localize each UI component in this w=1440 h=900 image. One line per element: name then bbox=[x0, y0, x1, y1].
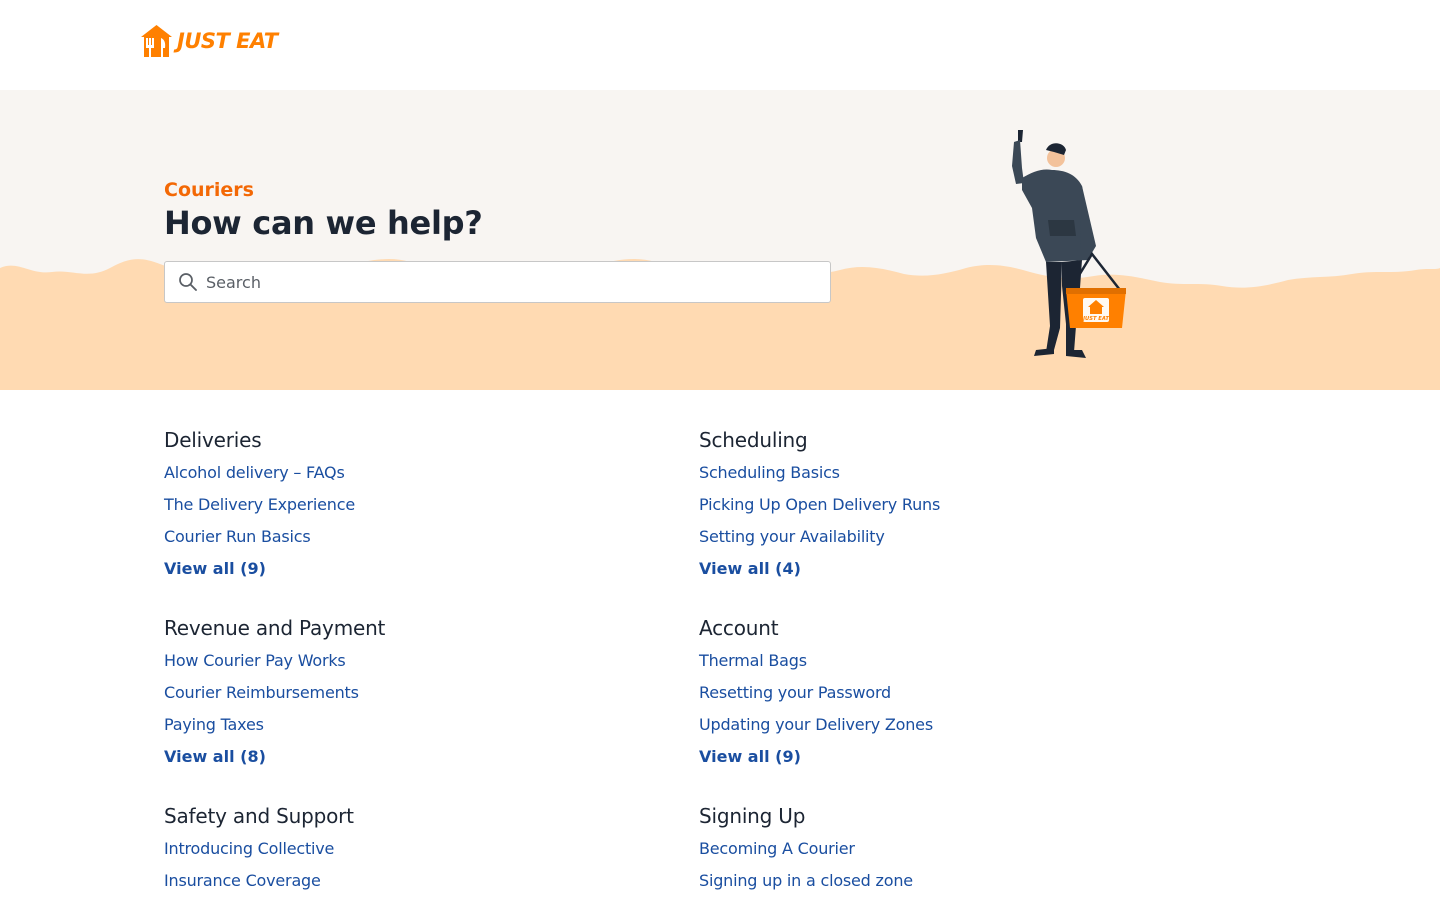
category-section: Account Thermal Bags Resetting your Passwo… bbox=[699, 612, 1199, 773]
list-item: Paying Taxes bbox=[164, 709, 664, 741]
list-item: Picking Up Open Delivery Runs bbox=[699, 489, 1199, 521]
article-list: Becoming A Courier Signing up in a closed… bbox=[699, 833, 1199, 897]
article-link[interactable]: Courier Reimbursements bbox=[164, 683, 359, 702]
house-with-cutlery-icon bbox=[141, 25, 172, 57]
section-title: Revenue and Payment bbox=[164, 616, 386, 640]
page-title: How can we help? bbox=[164, 204, 483, 242]
article-list: Scheduling Basics Picking Up Open Deliver… bbox=[699, 457, 1199, 585]
list-item: View all (9) bbox=[164, 553, 664, 585]
search-input[interactable] bbox=[206, 262, 830, 302]
list-item: Signing up in a closed zone bbox=[699, 865, 1199, 897]
article-link[interactable]: Courier Run Basics bbox=[164, 527, 311, 546]
list-item: Becoming A Courier bbox=[699, 833, 1199, 865]
article-link[interactable]: Alcohol delivery – FAQs bbox=[164, 463, 345, 482]
list-item: Updating your Delivery Zones bbox=[699, 709, 1199, 741]
category-section: Revenue and Payment How Courier Pay Works… bbox=[164, 612, 664, 773]
hero-banner: Couriers How can we help? JUST EAT bbox=[0, 90, 1440, 390]
list-item: Alcohol delivery – FAQs bbox=[164, 457, 664, 489]
article-link[interactable]: How Courier Pay Works bbox=[164, 651, 346, 670]
view-all-link[interactable]: View all (9) bbox=[699, 747, 801, 766]
section-title: Signing Up bbox=[699, 804, 806, 828]
article-link[interactable]: Signing up in a closed zone bbox=[699, 871, 913, 890]
article-link[interactable]: Becoming A Courier bbox=[699, 839, 855, 858]
article-link[interactable]: Paying Taxes bbox=[164, 715, 264, 734]
list-item: Thermal Bags bbox=[699, 645, 1199, 677]
site-header: JUST EAT bbox=[0, 0, 1440, 90]
category-section: Signing Up Becoming A Courier Signing up i… bbox=[699, 800, 1199, 897]
basket-label: JUST EAT bbox=[1082, 316, 1109, 322]
article-list: Alcohol delivery – FAQs The Delivery Expe… bbox=[164, 457, 664, 585]
list-item: Courier Reimbursements bbox=[164, 677, 664, 709]
just-eat-logo[interactable]: JUST EAT bbox=[140, 24, 278, 58]
courier-with-basket-illustration: JUST EAT bbox=[1012, 130, 1126, 358]
section-title: Scheduling bbox=[699, 428, 808, 452]
hero-kicker: Couriers bbox=[164, 179, 254, 201]
article-list: Thermal Bags Resetting your Password Updat… bbox=[699, 645, 1199, 773]
view-all-link[interactable]: View all (9) bbox=[164, 559, 266, 578]
article-list: How Courier Pay Works Courier Reimburseme… bbox=[164, 645, 664, 773]
list-item: Scheduling Basics bbox=[699, 457, 1199, 489]
category-section: Safety and Support Introducing Collective… bbox=[164, 800, 664, 897]
article-link[interactable]: Thermal Bags bbox=[699, 651, 807, 670]
list-item: Introducing Collective bbox=[164, 833, 664, 865]
section-title: Safety and Support bbox=[164, 804, 354, 828]
article-link[interactable]: Picking Up Open Delivery Runs bbox=[699, 495, 940, 514]
view-all-link[interactable]: View all (8) bbox=[164, 747, 266, 766]
section-title: Account bbox=[699, 616, 779, 640]
logo-text: JUST EAT bbox=[177, 29, 278, 53]
list-item: View all (9) bbox=[699, 741, 1199, 773]
list-item: Courier Run Basics bbox=[164, 521, 664, 553]
list-item: The Delivery Experience bbox=[164, 489, 664, 521]
article-link[interactable]: Introducing Collective bbox=[164, 839, 334, 858]
search-box[interactable] bbox=[164, 261, 831, 303]
article-link[interactable]: Resetting your Password bbox=[699, 683, 891, 702]
view-all-link[interactable]: View all (4) bbox=[699, 559, 801, 578]
category-section: Scheduling Scheduling Basics Picking Up Op… bbox=[699, 424, 1199, 585]
category-sections: Deliveries Alcohol delivery – FAQs The Del… bbox=[0, 390, 1440, 900]
search-icon bbox=[179, 273, 197, 291]
article-list: Introducing Collective Insurance Coverage bbox=[164, 833, 664, 897]
list-item: View all (8) bbox=[164, 741, 664, 773]
list-item: Resetting your Password bbox=[699, 677, 1199, 709]
category-section: Deliveries Alcohol delivery – FAQs The Del… bbox=[164, 424, 664, 585]
section-title: Deliveries bbox=[164, 428, 262, 452]
list-item: How Courier Pay Works bbox=[164, 645, 664, 677]
list-item: View all (4) bbox=[699, 553, 1199, 585]
article-link[interactable]: The Delivery Experience bbox=[164, 495, 355, 514]
article-link[interactable]: Setting your Availability bbox=[699, 527, 885, 546]
list-item: Insurance Coverage bbox=[164, 865, 664, 897]
article-link[interactable]: Scheduling Basics bbox=[699, 463, 840, 482]
article-link[interactable]: Updating your Delivery Zones bbox=[699, 715, 933, 734]
list-item: Setting your Availability bbox=[699, 521, 1199, 553]
article-link[interactable]: Insurance Coverage bbox=[164, 871, 321, 890]
